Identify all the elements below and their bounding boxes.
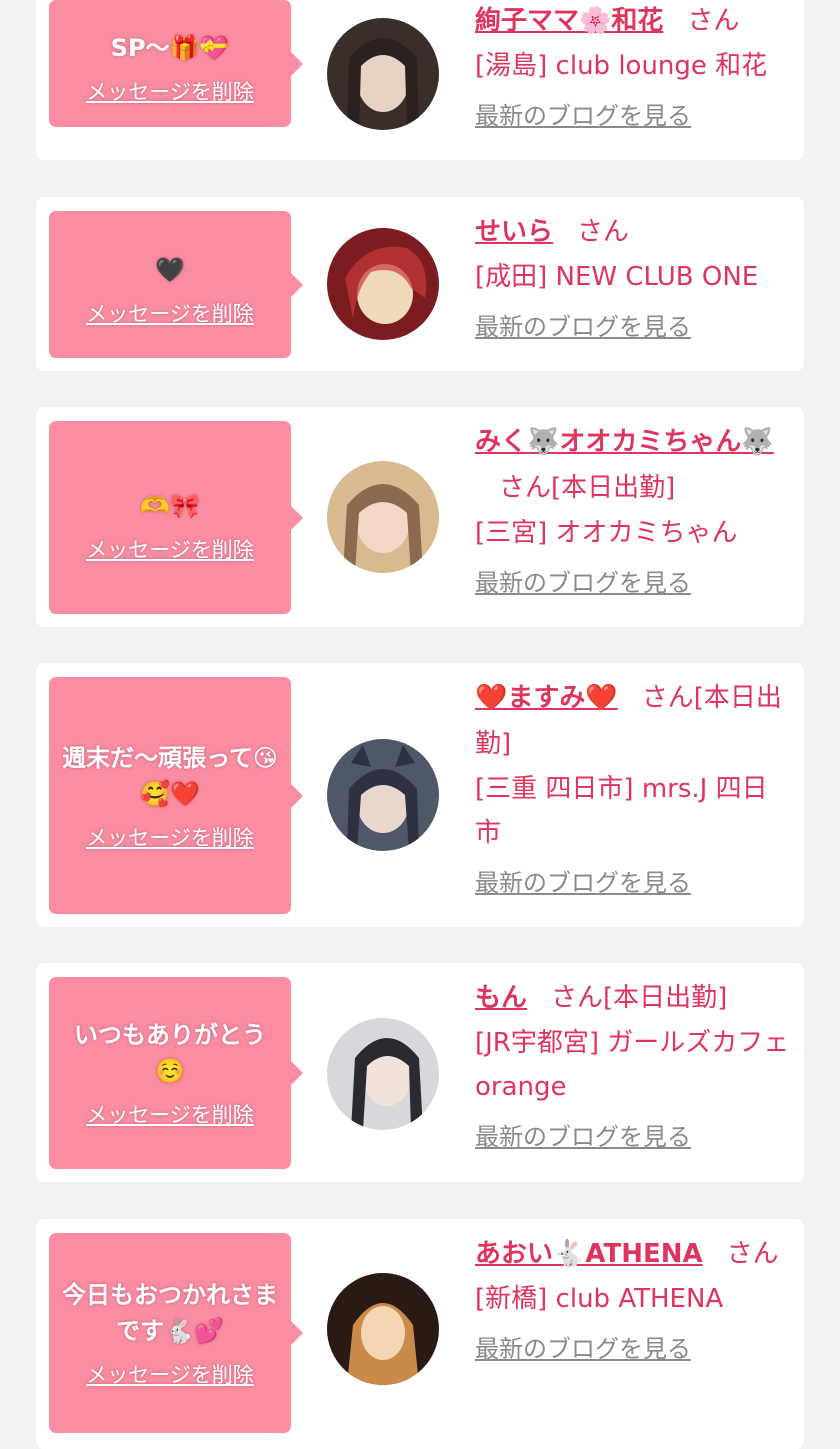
message-bubble: SP〜🎁💝 メッセージを削除	[49, 0, 303, 127]
avatar-photo	[327, 1018, 439, 1130]
shop-name: [成田] NEW CLUB ONE	[475, 262, 759, 292]
message-text: 🖤	[155, 255, 185, 284]
cast-name-link[interactable]: みく🐺オオカミちゃん🐺	[475, 427, 774, 457]
cast-info: せいら さん [成田] NEW CLUB ONE 最新のブログを見る	[475, 209, 793, 345]
delete-message-link[interactable]: メッセージを削除	[86, 298, 254, 328]
avatar-photo	[327, 18, 439, 130]
message-bubble: 今日もおつかれさまです🐇💕 メッセージを削除	[49, 1233, 303, 1433]
shop-name: [JR宇都宮] ガールズカフェ orange	[475, 1028, 790, 1102]
cast-honorific: さん	[687, 6, 740, 36]
latest-blog-link[interactable]: 最新のブログを見る	[475, 309, 691, 345]
message-text: 🫶🎀	[140, 491, 200, 520]
message-bubble: 🫶🎀 メッセージを削除	[49, 421, 303, 614]
cast-honorific: さん[本日出勤]	[551, 983, 728, 1013]
cast-info: 絢子ママ🌸和花 さん [湯島] club lounge 和花 最新のブログを見る	[475, 0, 793, 134]
cast-honorific: さん	[726, 1239, 779, 1269]
avatar[interactable]	[327, 739, 439, 851]
delete-message-link[interactable]: メッセージを削除	[86, 822, 254, 852]
avatar-photo	[327, 461, 439, 573]
message-bubble: 🖤 メッセージを削除	[49, 211, 303, 358]
avatar[interactable]	[327, 228, 439, 340]
message-text: SP〜🎁💝	[110, 33, 230, 62]
latest-blog-link[interactable]: 最新のブログを見る	[475, 98, 691, 134]
cast-name-link[interactable]: ❤️ますみ❤️	[475, 683, 618, 713]
message-card: 🖤 メッセージを削除 せいら さん [成田] NEW CLUB ONE 最新のブロ…	[36, 197, 804, 371]
avatar[interactable]	[327, 461, 439, 573]
avatar-photo	[327, 1273, 439, 1385]
message-card: 🫶🎀 メッセージを削除 みく🐺オオカミちゃん🐺 さん[本日出勤] [三宮] オオカ…	[36, 407, 804, 627]
delete-message-link[interactable]: メッセージを削除	[86, 1359, 254, 1389]
cast-name-line: ❤️ますみ❤️ さん[本日出勤]	[475, 675, 793, 767]
cast-info: みく🐺オオカミちゃん🐺 さん[本日出勤] [三宮] オオカミちゃん 最新のブログを…	[475, 419, 793, 601]
latest-blog-link[interactable]: 最新のブログを見る	[475, 1331, 691, 1367]
message-card: いつもありがとう☺️ メッセージを削除 もん さん[本日出勤] [JR宇都宮] ガ…	[36, 963, 804, 1182]
delete-message-link[interactable]: メッセージを削除	[86, 534, 254, 564]
shop-name: [新橋] club ATHENA	[475, 1284, 724, 1314]
cast-honorific: さん	[577, 217, 630, 247]
message-bubble: いつもありがとう☺️ メッセージを削除	[49, 977, 303, 1169]
message-bubble: 週末だ〜頑張って😘🥰❤️ メッセージを削除	[49, 677, 303, 914]
cast-info: あおい🐇ATHENA さん [新橋] club ATHENA 最新のブログを見る	[475, 1231, 793, 1367]
delete-message-link[interactable]: メッセージを削除	[86, 76, 254, 106]
delete-message-link[interactable]: メッセージを削除	[86, 1099, 254, 1129]
cast-info: もん さん[本日出勤] [JR宇都宮] ガールズカフェ orange 最新のブログ…	[475, 975, 793, 1155]
avatar[interactable]	[327, 1273, 439, 1385]
avatar[interactable]	[327, 1018, 439, 1130]
cast-info: ❤️ますみ❤️ さん[本日出勤] [三重 四日市] mrs.J 四日市 最新のブロ…	[475, 675, 793, 901]
cast-honorific: さん[本日出勤]	[499, 473, 676, 503]
cast-name-link[interactable]: せいら	[475, 217, 553, 247]
avatar-photo	[327, 228, 439, 340]
message-card: 今日もおつかれさまです🐇💕 メッセージを削除 あおい🐇ATHENA さん [新橋]…	[36, 1219, 804, 1449]
cast-name-link[interactable]: 絢子ママ🌸和花	[475, 6, 663, 36]
cast-name-line: あおい🐇ATHENA さん	[475, 1231, 793, 1277]
shop-name: [湯島] club lounge 和花	[475, 51, 768, 81]
shop-name: [三重 四日市] mrs.J 四日市	[475, 774, 768, 848]
cast-name-link[interactable]: あおい🐇ATHENA	[475, 1239, 703, 1269]
latest-blog-link[interactable]: 最新のブログを見る	[475, 865, 691, 901]
cast-name-line: せいら さん	[475, 209, 793, 255]
latest-blog-link[interactable]: 最新のブログを見る	[475, 565, 691, 601]
cast-name-line: もん さん[本日出勤]	[475, 975, 793, 1021]
message-card: SP〜🎁💝 メッセージを削除 絢子ママ🌸和花 さん [湯島] club loung…	[36, 0, 804, 160]
avatar[interactable]	[327, 18, 439, 130]
cast-name-line: 絢子ママ🌸和花 さん	[475, 0, 793, 44]
received-messages-list: SP〜🎁💝 メッセージを削除 絢子ママ🌸和花 さん [湯島] club loung…	[0, 0, 840, 1449]
message-text: 週末だ〜頑張って😘🥰❤️	[62, 743, 278, 808]
message-card: 週末だ〜頑張って😘🥰❤️ メッセージを削除 ❤️ますみ❤️ さん[本日出勤] [三…	[36, 663, 804, 927]
avatar-photo	[327, 739, 439, 851]
cast-name-link[interactable]: もん	[475, 983, 527, 1013]
message-text: 今日もおつかれさまです🐇💕	[62, 1281, 278, 1345]
latest-blog-link[interactable]: 最新のブログを見る	[475, 1119, 691, 1155]
cast-name-line: みく🐺オオカミちゃん🐺 さん[本日出勤]	[475, 419, 793, 511]
message-text: いつもありがとう☺️	[74, 1021, 266, 1085]
shop-name: [三宮] オオカミちゃん	[475, 518, 738, 548]
